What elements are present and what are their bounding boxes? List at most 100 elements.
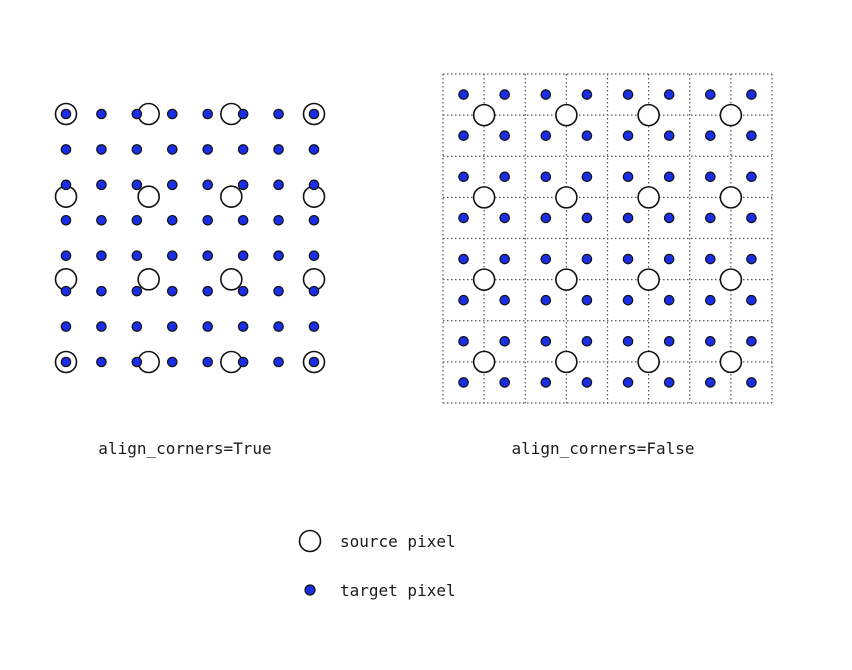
target-pixel-2-2 xyxy=(540,171,552,183)
target-pixel-3-1 xyxy=(96,214,107,226)
caption-align-corners-true: align_corners=True xyxy=(98,439,271,458)
target-pixel-6-2 xyxy=(131,321,143,332)
target-pixel-0-1 xyxy=(96,108,107,120)
target-pixel-2-7 xyxy=(746,171,757,183)
target-pixel-2-4 xyxy=(622,171,634,183)
target-pixel-3-6 xyxy=(273,214,284,226)
target-pixel-0-5 xyxy=(237,108,249,120)
target-pixel-1-2 xyxy=(131,144,143,155)
target-pixel-1-2 xyxy=(540,130,552,141)
target-pixel-5-4 xyxy=(202,285,214,297)
target-pixel-0-2 xyxy=(540,89,552,100)
target-pixel-1-3 xyxy=(581,130,593,141)
source-pixel-2-1 xyxy=(555,268,578,291)
target-pixel-2-7 xyxy=(308,179,320,191)
source-pixel-1-1 xyxy=(555,186,578,209)
target-pixel-0-3 xyxy=(581,89,593,100)
target-pixel-2-2 xyxy=(131,179,143,191)
target-pixel-7-1 xyxy=(499,377,510,388)
target-pixel-3-4 xyxy=(202,214,214,226)
target-pixel-5-5 xyxy=(237,285,249,297)
target-pixel-1-5 xyxy=(663,130,675,141)
target-pixel-0-7 xyxy=(308,108,320,120)
target-pixel-2-5 xyxy=(237,179,249,191)
target-pixel-2-0 xyxy=(458,171,469,183)
source-pixel-3-0 xyxy=(472,350,496,374)
target-pixel-2-6 xyxy=(273,179,284,191)
source-pixel-2-2 xyxy=(220,268,243,291)
target-pixel-6-5 xyxy=(237,321,249,332)
target-pixel-0-0 xyxy=(60,108,72,120)
source-pixel-legend-icon xyxy=(298,529,322,553)
target-pixel-0-7 xyxy=(746,89,757,100)
target-pixel-6-6 xyxy=(273,321,284,332)
target-pixel-6-4 xyxy=(622,336,634,347)
target-pixel-3-5 xyxy=(237,214,249,226)
target-pixel-1-7 xyxy=(308,144,320,155)
target-pixel-7-2 xyxy=(131,356,143,368)
target-pixel-3-3 xyxy=(166,214,178,226)
source-pixel-1-0 xyxy=(472,186,496,209)
target-pixel-3-0 xyxy=(60,214,72,226)
target-pixel-4-2 xyxy=(540,253,552,265)
target-pixel-3-1 xyxy=(499,212,510,224)
source-pixel-0-2 xyxy=(637,103,660,127)
target-pixel-3-6 xyxy=(705,212,716,224)
target-pixel-0-6 xyxy=(273,108,284,120)
target-pixel-7-6 xyxy=(273,356,284,368)
target-pixel-0-4 xyxy=(202,108,214,120)
target-pixel-4-3 xyxy=(166,250,178,262)
target-pixel-5-6 xyxy=(273,285,284,297)
target-pixel-4-7 xyxy=(308,250,320,262)
target-pixel-7-7 xyxy=(746,377,757,388)
target-pixel-5-7 xyxy=(746,294,757,306)
target-pixel-legend-icon xyxy=(304,584,316,596)
target-pixel-7-0 xyxy=(458,377,469,388)
target-pixel-3-2 xyxy=(540,212,552,224)
target-pixel-4-5 xyxy=(237,250,249,262)
target-pixel-5-4 xyxy=(622,294,634,306)
target-pixel-6-2 xyxy=(540,336,552,347)
target-pixel-4-4 xyxy=(202,250,214,262)
target-pixel-6-4 xyxy=(202,321,214,332)
pixel-grid-lines xyxy=(442,73,773,404)
target-pixel-5-5 xyxy=(663,294,675,306)
source-pixel-3-2 xyxy=(637,350,660,374)
target-pixel-6-7 xyxy=(746,336,757,347)
target-pixel-6-1 xyxy=(96,321,107,332)
target-pixel-7-4 xyxy=(202,356,214,368)
target-pixel-5-2 xyxy=(540,294,552,306)
target-pixel-2-4 xyxy=(202,179,214,191)
target-pixel-6-0 xyxy=(458,336,469,347)
target-pixel-1-5 xyxy=(237,144,249,155)
diagram-canvas: align_corners=True align_corners=False s… xyxy=(54,73,773,600)
target-pixel-4-0 xyxy=(60,250,72,262)
target-pixel-5-3 xyxy=(581,294,593,306)
target-pixel-4-7 xyxy=(746,253,757,265)
target-pixel-5-1 xyxy=(96,285,107,297)
legend-label-target: target pixel xyxy=(340,581,456,600)
source-pixel-0-1 xyxy=(555,103,578,127)
target-pixel-7-0 xyxy=(60,356,72,368)
source-pixel-3-1 xyxy=(555,350,578,374)
target-pixel-0-4 xyxy=(622,89,634,100)
target-pixel-2-3 xyxy=(581,171,593,183)
target-pixel-5-1 xyxy=(499,294,510,306)
source-pixel-0-0 xyxy=(472,103,496,127)
source-pixel-2-1 xyxy=(137,268,160,291)
source-pixel-1-2 xyxy=(637,186,660,209)
target-pixel-0-5 xyxy=(663,89,675,100)
target-pixel-7-2 xyxy=(540,377,552,388)
target-pixel-2-0 xyxy=(60,179,72,191)
legend-label-source: source pixel xyxy=(340,532,456,551)
target-pixel-4-1 xyxy=(96,250,107,262)
target-pixel-7-1 xyxy=(96,356,107,368)
target-pixel-1-3 xyxy=(166,144,178,155)
target-pixel-7-5 xyxy=(237,356,249,368)
target-pixel-1-4 xyxy=(622,130,634,141)
target-pixel-5-0 xyxy=(60,285,72,297)
target-pixel-3-0 xyxy=(458,212,469,224)
target-pixel-5-3 xyxy=(166,285,178,297)
target-pixel-2-6 xyxy=(705,171,716,183)
target-pixel-7-3 xyxy=(581,377,593,388)
